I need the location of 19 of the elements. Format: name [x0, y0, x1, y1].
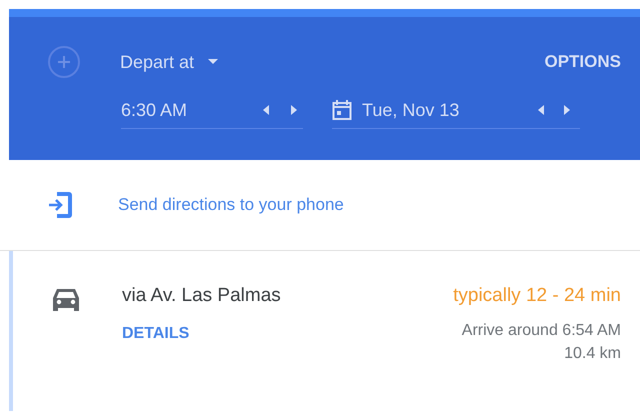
caret-icon — [208, 59, 218, 65]
details-link[interactable]: DETAILS — [122, 325, 281, 343]
route-card[interactable]: via Av. Las Palmas DETAILS typically 12 - 24 min Arrive around 6:54 AM 10.4 km — [9, 251, 640, 411]
send-to-phone-icon[interactable] — [48, 190, 74, 220]
route-name: via Av. Las Palmas — [122, 285, 281, 307]
depart-dropdown[interactable]: Depart at — [120, 52, 218, 72]
send-directions-link[interactable]: Send directions to your phone — [118, 195, 344, 215]
travel-duration: typically 12 - 24 min — [453, 285, 621, 307]
next-icon[interactable] — [564, 105, 570, 115]
route-distance: 10.4 km — [564, 344, 621, 364]
date-field[interactable]: Tue, Nov 13 — [332, 92, 580, 129]
time-field[interactable]: 6:30 AM — [121, 92, 303, 129]
arrival-time: Arrive around 6:54 AM — [462, 321, 621, 341]
previous-icon[interactable] — [538, 105, 544, 115]
previous-icon[interactable] — [263, 105, 269, 115]
next-icon[interactable] — [291, 105, 297, 115]
car-icon — [51, 287, 81, 313]
calendar-icon — [332, 99, 352, 121]
options-button[interactable]: OPTIONS — [544, 52, 621, 72]
